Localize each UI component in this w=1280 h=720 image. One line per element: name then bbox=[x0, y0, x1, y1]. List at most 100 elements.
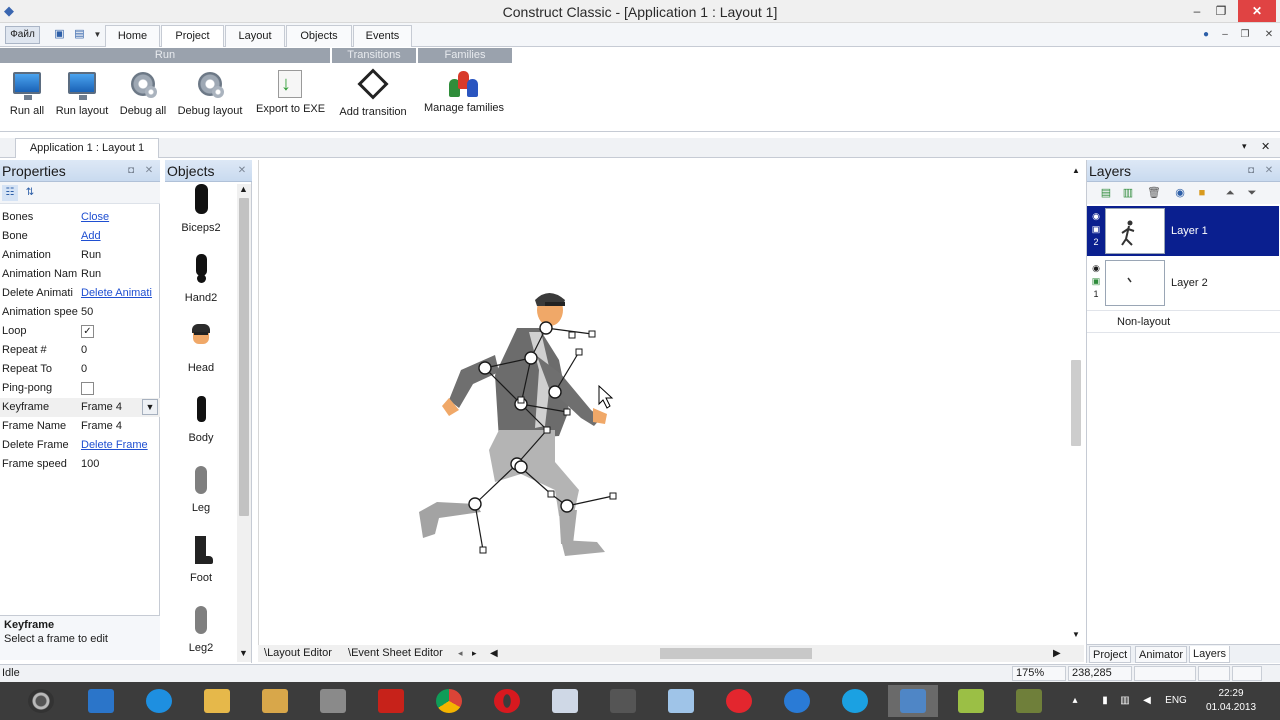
object-body[interactable]: Body bbox=[165, 394, 237, 464]
tab-events[interactable]: Events bbox=[353, 25, 412, 47]
save-all-icon[interactable]: ▤ bbox=[73, 28, 86, 41]
notepad-icon[interactable] bbox=[540, 685, 590, 717]
scroll-down-icon[interactable]: ▼ bbox=[1072, 630, 1080, 639]
animation-speed-value[interactable]: 50 bbox=[81, 306, 157, 318]
debug-all-button[interactable]: Debug all bbox=[117, 69, 169, 119]
tab-objects[interactable]: Objects bbox=[286, 25, 352, 47]
add-transition-button[interactable]: Add transition bbox=[336, 68, 410, 119]
tab-home[interactable]: Home bbox=[105, 25, 160, 47]
media-player-icon[interactable] bbox=[250, 685, 300, 717]
skype-icon[interactable] bbox=[830, 685, 880, 717]
save-icon[interactable]: ▣ bbox=[53, 28, 66, 41]
visibility-icon[interactable]: ◉ bbox=[1173, 186, 1187, 200]
character-rig[interactable] bbox=[259, 160, 1085, 646]
object-leg[interactable]: Leg bbox=[165, 464, 237, 534]
tab-layout[interactable]: Layout bbox=[225, 25, 285, 47]
scroll-up-icon[interactable]: ▲ bbox=[239, 184, 248, 194]
object-biceps2[interactable]: Biceps2 bbox=[165, 184, 237, 254]
frame-name-value[interactable]: Frame 4 bbox=[81, 420, 157, 432]
battery-icon[interactable]: ▮ bbox=[1098, 682, 1112, 720]
bones-close-link[interactable]: Close bbox=[81, 211, 157, 223]
object-hand2[interactable]: Hand2 bbox=[165, 254, 237, 324]
document-tab[interactable]: Application 1 : Layout 1 bbox=[15, 138, 159, 158]
scroll-thumb[interactable] bbox=[239, 198, 249, 516]
sort-alpha-icon[interactable]: ⇅ bbox=[22, 185, 38, 201]
tab-animator-panel[interactable]: Animator bbox=[1135, 646, 1188, 663]
eye-icon[interactable]: ◉ bbox=[1090, 210, 1102, 223]
taskbar-app-icon[interactable] bbox=[656, 685, 706, 717]
lock-icon[interactable]: ■ bbox=[1195, 186, 1209, 200]
tab-event-sheet-editor[interactable]: \Event Sheet Editor bbox=[348, 646, 443, 661]
layer-row-layer-2[interactable]: ◉ ▣ 1 Layer 2 bbox=[1087, 258, 1279, 308]
pin-icon[interactable]: ◘ bbox=[125, 160, 137, 182]
tab-layers-panel[interactable]: Layers bbox=[1189, 646, 1231, 663]
restore-button[interactable]: ❐ bbox=[1208, 0, 1234, 22]
chrome-icon[interactable] bbox=[424, 685, 474, 717]
animation-value[interactable]: Run bbox=[81, 249, 157, 261]
hscroll-right-icon[interactable]: ▶ bbox=[1053, 646, 1061, 661]
hscroll-left-icon[interactable]: ◀ bbox=[490, 646, 498, 661]
layer-row-layer-1[interactable]: ◉ ▣ 2 Layer 1 bbox=[1087, 206, 1279, 256]
object-foot[interactable]: Foot bbox=[165, 534, 237, 604]
ping-pong-checkbox[interactable] bbox=[81, 382, 94, 395]
bone-add-link[interactable]: Add bbox=[81, 230, 157, 242]
quick-access-dropdown-icon[interactable]: ▼ bbox=[91, 28, 104, 41]
lock-icon[interactable]: ▣ bbox=[1090, 275, 1102, 288]
manage-families-button[interactable]: Manage families bbox=[422, 69, 506, 119]
taskbar-app-icon[interactable] bbox=[598, 685, 648, 717]
tab-scroll-right-icon[interactable]: ▸ bbox=[472, 646, 477, 661]
move-layer-up-icon[interactable]: ⏶ bbox=[1223, 186, 1237, 200]
tab-project[interactable]: Project bbox=[161, 25, 224, 48]
repeat-to-value[interactable]: 0 bbox=[81, 363, 157, 375]
panel-close-icon[interactable]: ✕ bbox=[143, 160, 155, 182]
run-layout-button[interactable]: Run layout bbox=[54, 69, 110, 119]
taskbar-app-icon[interactable] bbox=[946, 685, 996, 717]
move-layer-down-icon[interactable]: ⏷ bbox=[1245, 186, 1259, 200]
pin-icon[interactable]: ◘ bbox=[1245, 160, 1257, 182]
power-app-icon[interactable] bbox=[366, 685, 416, 717]
tab-scroll-left-icon[interactable]: ◂ bbox=[458, 646, 463, 661]
eye-icon[interactable]: ◉ bbox=[1090, 262, 1102, 275]
opera-icon[interactable] bbox=[482, 685, 532, 717]
animation-name-value[interactable]: Run bbox=[81, 268, 157, 280]
language-indicator[interactable]: ENG bbox=[1162, 682, 1190, 720]
lock-icon[interactable]: ▣ bbox=[1090, 223, 1102, 236]
clock[interactable]: 22:29 01.04.2013 bbox=[1200, 687, 1262, 715]
doc-tab-close-icon[interactable]: ✕ bbox=[1261, 140, 1270, 153]
tab-project-panel[interactable]: Project bbox=[1089, 646, 1132, 663]
run-all-button[interactable]: Run all bbox=[6, 69, 48, 119]
non-layout-label[interactable]: Non-layout bbox=[1117, 316, 1170, 328]
layout-canvas[interactable]: ▲ ▼ bbox=[258, 160, 1084, 646]
yandex-icon[interactable] bbox=[714, 685, 764, 717]
scroll-up-icon[interactable]: ▲ bbox=[1072, 166, 1080, 175]
scroll-down-icon[interactable]: ▼ bbox=[239, 648, 248, 658]
start-button[interactable] bbox=[16, 685, 66, 717]
debug-layout-button[interactable]: Debug layout bbox=[176, 69, 244, 119]
hscroll-thumb[interactable] bbox=[660, 648, 812, 659]
object-head[interactable]: Head bbox=[165, 324, 237, 394]
close-button[interactable]: ✕ bbox=[1238, 0, 1276, 22]
repeat-value[interactable]: 0 bbox=[81, 344, 157, 356]
panel-close-icon[interactable]: ✕ bbox=[1263, 160, 1275, 182]
taskbar-app-icon[interactable] bbox=[772, 685, 822, 717]
delete-frame-link[interactable]: Delete Frame bbox=[81, 439, 157, 451]
objects-scrollbar[interactable]: ▲ ▼ bbox=[237, 184, 251, 662]
taskbar-app-icon[interactable] bbox=[308, 685, 358, 717]
canvas-vscrollbar[interactable]: ▲ ▼ bbox=[1069, 160, 1083, 646]
minimize-button[interactable]: – bbox=[1184, 0, 1210, 22]
delete-animation-link[interactable]: Delete Animati bbox=[81, 287, 157, 299]
add-layer-icon[interactable]: ▤ bbox=[1099, 186, 1113, 200]
taskbar-app-icon[interactable] bbox=[1004, 685, 1054, 717]
frame-speed-value[interactable]: 100 bbox=[81, 458, 157, 470]
taskbar-app-icon[interactable] bbox=[76, 685, 126, 717]
delete-layer-icon[interactable]: 🗑 bbox=[1147, 186, 1161, 200]
tray-expand-icon[interactable]: ▴ bbox=[1068, 682, 1082, 720]
panel-close-icon[interactable]: ✕ bbox=[236, 160, 248, 182]
scroll-thumb[interactable] bbox=[1071, 360, 1081, 446]
chevron-down-icon[interactable]: ▼ bbox=[142, 399, 158, 415]
doc-restore-icon[interactable]: ❐ bbox=[1238, 28, 1252, 42]
file-explorer-icon[interactable] bbox=[192, 685, 242, 717]
add-layer-above-icon[interactable]: ▥ bbox=[1121, 186, 1135, 200]
loop-checkbox[interactable]: ✓ bbox=[81, 325, 94, 338]
export-to-exe-button[interactable]: Export to EXE bbox=[256, 69, 325, 119]
